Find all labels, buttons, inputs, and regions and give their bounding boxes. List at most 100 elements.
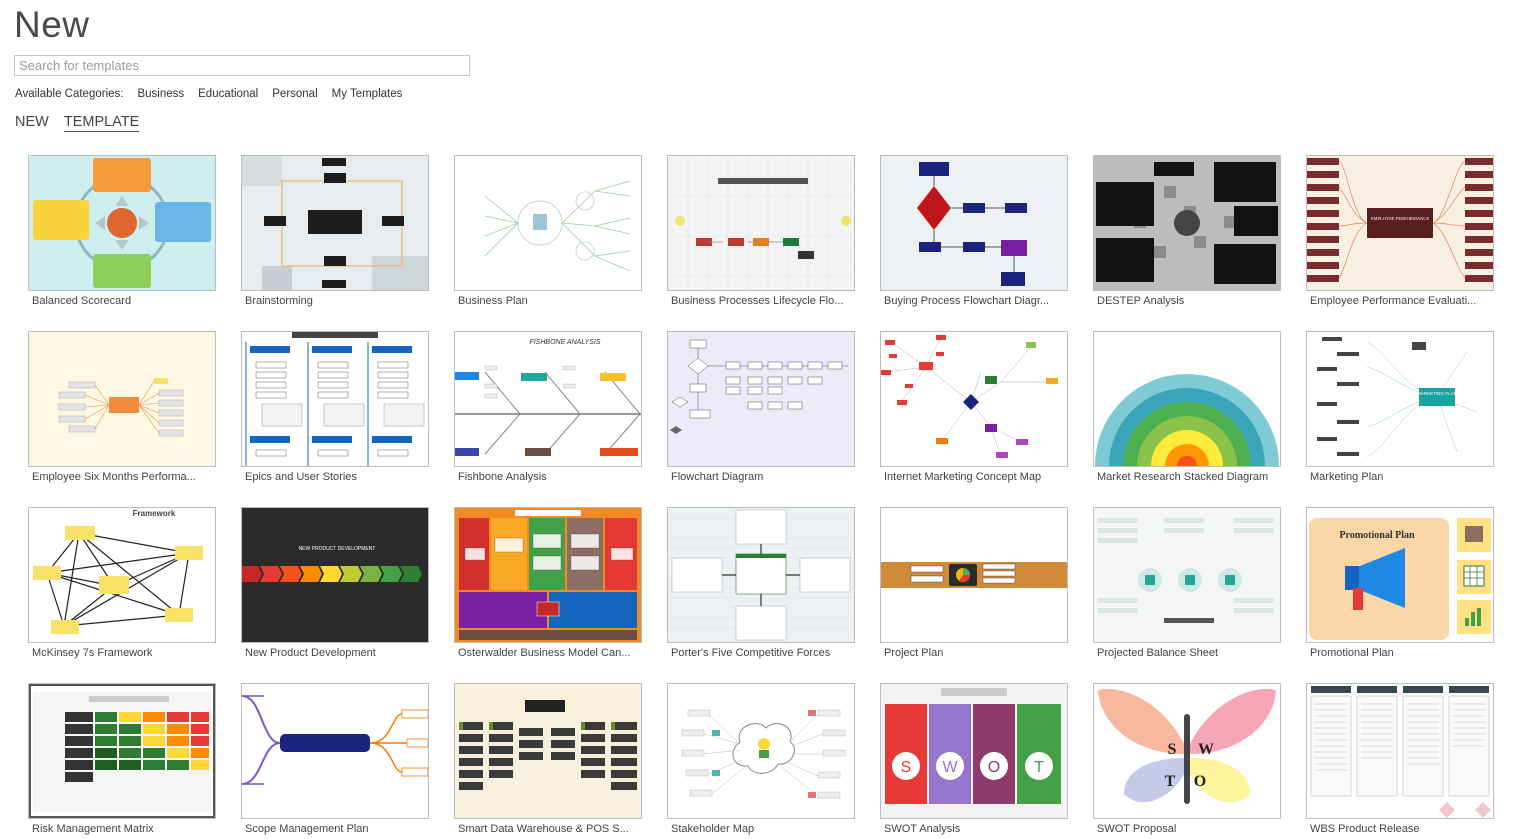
- template-thumbnail: Framework: [28, 507, 216, 643]
- category-bar: Available Categories: Business Education…: [15, 88, 402, 100]
- template-thumbnail: [241, 331, 429, 467]
- template-name: Promotional Plan: [1310, 647, 1394, 659]
- template-card[interactable]: Porter's Five Competitive Forces: [667, 507, 855, 659]
- template-name: Epics and User Stories: [245, 471, 357, 483]
- template-name: SWOT Proposal: [1097, 823, 1177, 835]
- template-grid: Balanced Scorecard Brainstorming Busines…: [28, 155, 1494, 835]
- template-card[interactable]: S W O T SWOT Analysis: [880, 683, 1068, 835]
- template-thumbnail: [667, 155, 855, 291]
- template-thumbnail: [1093, 331, 1281, 467]
- search-input[interactable]: [14, 55, 470, 76]
- category-personal[interactable]: Personal: [272, 88, 317, 100]
- template-thumbnail: [28, 331, 216, 467]
- template-card[interactable]: Balanced Scorecard: [28, 155, 216, 307]
- template-name: Buying Process Flowchart Diagr...: [884, 295, 1050, 307]
- template-thumbnail: Promotional Plan: [1306, 507, 1494, 643]
- template-card[interactable]: Flowchart Diagram: [667, 331, 855, 483]
- thumb-text: W: [942, 759, 958, 776]
- thumb-text: Promotional Plan: [1339, 530, 1415, 541]
- category-business[interactable]: Business: [137, 88, 184, 100]
- template-name: Internet Marketing Concept Map: [884, 471, 1042, 483]
- thumb-text: O: [1194, 773, 1206, 790]
- thumb-text: S: [1168, 741, 1177, 758]
- template-thumbnail: [880, 331, 1068, 467]
- thumb-text: W: [1198, 741, 1214, 758]
- template-card[interactable]: WBS Product Release: [1306, 683, 1494, 835]
- template-card[interactable]: S W T O SWOT Proposal: [1093, 683, 1281, 835]
- template-card[interactable]: Scope Management Plan: [241, 683, 429, 835]
- thumb-text: FISHBONE ANALYSIS: [529, 339, 600, 346]
- template-thumbnail: [28, 683, 216, 819]
- template-card[interactable]: NEW PRODUCT DEVELOPMENT New Product Deve…: [241, 507, 429, 659]
- tab-new[interactable]: NEW: [15, 114, 49, 132]
- template-name: Employee Performance Evaluati...: [1310, 295, 1477, 307]
- template-card[interactable]: Stakeholder Map: [667, 683, 855, 835]
- template-card[interactable]: Brainstorming: [241, 155, 429, 307]
- template-card[interactable]: Business Plan: [454, 155, 642, 307]
- template-name: New Product Development: [245, 647, 376, 659]
- template-card[interactable]: Market Research Stacked Diagram: [1093, 331, 1281, 483]
- template-name: Employee Six Months Performa...: [32, 471, 196, 483]
- template-name: Fishbone Analysis: [458, 471, 547, 483]
- template-thumbnail: [1093, 507, 1281, 643]
- template-thumbnail: [1306, 683, 1494, 819]
- template-card[interactable]: Epics and User Stories: [241, 331, 429, 483]
- template-thumbnail: [28, 155, 216, 291]
- thumb-text: EMPLOYEE PERFORMANCE: [1371, 216, 1430, 221]
- categories-label: Available Categories:: [15, 88, 124, 100]
- template-thumbnail: [880, 155, 1068, 291]
- template-card[interactable]: Internet Marketing Concept Map: [880, 331, 1068, 483]
- view-tabs: NEW TEMPLATE: [15, 114, 140, 132]
- template-card[interactable]: Employee Six Months Performa...: [28, 331, 216, 483]
- template-name: Brainstorming: [245, 295, 313, 307]
- template-card[interactable]: MARKETING PLAN Marketing Plan: [1306, 331, 1494, 483]
- template-thumbnail: [667, 331, 855, 467]
- template-card[interactable]: Osterwalder Business Model Can...: [454, 507, 642, 659]
- template-name: Balanced Scorecard: [32, 295, 132, 307]
- template-card[interactable]: Projected Balance Sheet: [1093, 507, 1281, 659]
- template-card[interactable]: EMPLOYEE PERFORMANCE Employee Performanc…: [1306, 155, 1494, 307]
- template-card[interactable]: Framework McKinsey 7s Framework: [28, 507, 216, 659]
- template-thumbnail: S W T O: [1093, 683, 1281, 819]
- template-name: Osterwalder Business Model Can...: [458, 647, 631, 659]
- template-name: Smart Data Warehouse & POS S...: [458, 823, 629, 835]
- template-thumbnail: EMPLOYEE PERFORMANCE: [1306, 155, 1494, 291]
- template-name: Market Research Stacked Diagram: [1097, 471, 1269, 483]
- template-card[interactable]: Smart Data Warehouse & POS S...: [454, 683, 642, 835]
- template-thumbnail: [241, 155, 429, 291]
- template-card[interactable]: Risk Management Matrix: [28, 683, 216, 835]
- thumb-text: T: [1034, 759, 1044, 776]
- template-name: Project Plan: [884, 647, 944, 659]
- template-card[interactable]: FISHBONE ANALYSIS Fishbone Analysis: [454, 331, 642, 483]
- template-thumbnail: S W O T: [880, 683, 1068, 819]
- template-name: Projected Balance Sheet: [1097, 647, 1219, 659]
- thumb-text: S: [901, 759, 912, 776]
- category-my-templates[interactable]: My Templates: [332, 88, 403, 100]
- template-thumbnail: [454, 507, 642, 643]
- template-name: Scope Management Plan: [245, 823, 369, 835]
- template-thumbnail: [1093, 155, 1281, 291]
- template-card[interactable]: DESTEP Analysis: [1093, 155, 1281, 307]
- template-name: Risk Management Matrix: [32, 823, 154, 835]
- template-card[interactable]: Promotional Plan Promotional Plan: [1306, 507, 1494, 659]
- template-card[interactable]: Buying Process Flowchart Diagr...: [880, 155, 1068, 307]
- template-thumbnail: [454, 155, 642, 291]
- template-name: Stakeholder Map: [671, 823, 755, 835]
- template-name: DESTEP Analysis: [1097, 295, 1185, 307]
- template-name: Porter's Five Competitive Forces: [671, 647, 831, 659]
- template-card[interactable]: Project Plan: [880, 507, 1068, 659]
- category-educational[interactable]: Educational: [198, 88, 258, 100]
- template-thumbnail: [667, 683, 855, 819]
- thumb-text: NEW PRODUCT DEVELOPMENT: [299, 546, 376, 552]
- template-name: WBS Product Release: [1310, 823, 1420, 835]
- template-card[interactable]: Business Processes Lifecycle Flo...: [667, 155, 855, 307]
- template-name: Marketing Plan: [1310, 471, 1384, 483]
- template-name: McKinsey 7s Framework: [32, 647, 153, 659]
- thumb-text: MARKETING PLAN: [1417, 391, 1457, 396]
- template-thumbnail: [667, 507, 855, 643]
- page-title: New: [14, 4, 90, 45]
- tab-template[interactable]: TEMPLATE: [63, 114, 140, 132]
- template-thumbnail: [241, 683, 429, 819]
- template-name: Business Processes Lifecycle Flo...: [671, 295, 844, 307]
- template-thumbnail: [454, 683, 642, 819]
